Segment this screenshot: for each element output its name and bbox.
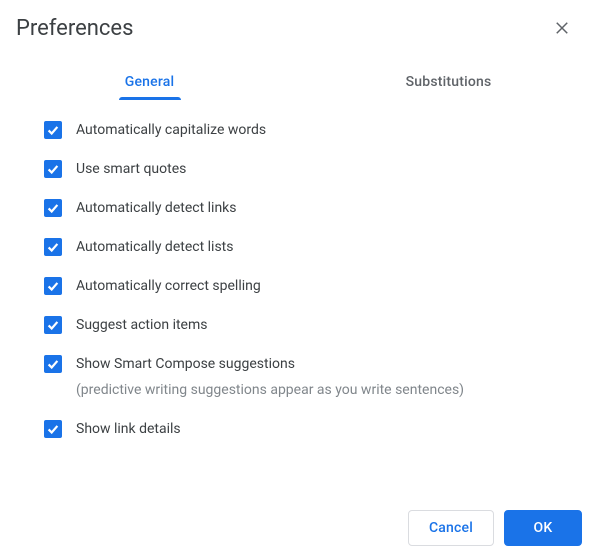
preferences-dialog: Preferences General Substitutions Automa…	[0, 0, 598, 439]
option-text: Use smart quotes	[76, 159, 186, 179]
check-icon	[46, 162, 60, 176]
tabs: General Substitutions	[0, 62, 598, 100]
option-smart-quotes: Use smart quotes	[44, 159, 582, 179]
option-label: Show Smart Compose suggestions	[76, 354, 464, 374]
cancel-button[interactable]: Cancel	[408, 510, 494, 546]
option-text: Automatically detect lists	[76, 237, 233, 257]
checkbox-correct-spelling[interactable]	[44, 277, 62, 295]
option-sublabel: (predictive writing suggestions appear a…	[76, 380, 464, 400]
check-icon	[46, 357, 60, 371]
option-text: Automatically correct spelling	[76, 276, 261, 296]
check-icon	[46, 318, 60, 332]
option-label: Automatically detect lists	[76, 237, 233, 257]
checkbox-link-details[interactable]	[44, 420, 62, 438]
check-icon	[46, 422, 60, 436]
option-detect-links: Automatically detect links	[44, 198, 582, 218]
close-button[interactable]	[542, 8, 582, 48]
dialog-title: Preferences	[16, 16, 133, 41]
option-label: Automatically capitalize words	[76, 120, 266, 140]
option-label: Use smart quotes	[76, 159, 186, 179]
option-label: Automatically detect links	[76, 198, 237, 218]
tab-substitutions[interactable]: Substitutions	[299, 62, 598, 100]
option-correct-spelling: Automatically correct spelling	[44, 276, 582, 296]
option-text: Show Smart Compose suggestions (predicti…	[76, 354, 464, 400]
option-link-details: Show link details	[44, 419, 582, 439]
check-icon	[46, 123, 60, 137]
check-icon	[46, 279, 60, 293]
dialog-header: Preferences	[0, 0, 598, 48]
checkbox-detect-links[interactable]	[44, 199, 62, 217]
checkbox-smart-compose[interactable]	[44, 355, 62, 373]
option-capitalize: Automatically capitalize words	[44, 120, 582, 140]
checkbox-smart-quotes[interactable]	[44, 160, 62, 178]
tab-general[interactable]: General	[0, 62, 299, 100]
option-detect-lists: Automatically detect lists	[44, 237, 582, 257]
option-text: Suggest action items	[76, 315, 207, 335]
option-label: Show link details	[76, 419, 181, 439]
check-icon	[46, 240, 60, 254]
ok-button[interactable]: OK	[504, 510, 582, 546]
option-label: Automatically correct spelling	[76, 276, 261, 296]
option-text: Automatically detect links	[76, 198, 237, 218]
option-text: Automatically capitalize words	[76, 120, 266, 140]
checkbox-action-items[interactable]	[44, 316, 62, 334]
check-icon	[46, 201, 60, 215]
checkbox-capitalize[interactable]	[44, 121, 62, 139]
dialog-footer: Cancel OK	[408, 510, 582, 546]
option-label: Suggest action items	[76, 315, 207, 335]
close-icon	[553, 19, 571, 37]
options-list: Automatically capitalize words Use smart…	[0, 100, 598, 439]
checkbox-detect-lists[interactable]	[44, 238, 62, 256]
option-text: Show link details	[76, 419, 181, 439]
option-smart-compose: Show Smart Compose suggestions (predicti…	[44, 354, 582, 400]
option-action-items: Suggest action items	[44, 315, 582, 335]
